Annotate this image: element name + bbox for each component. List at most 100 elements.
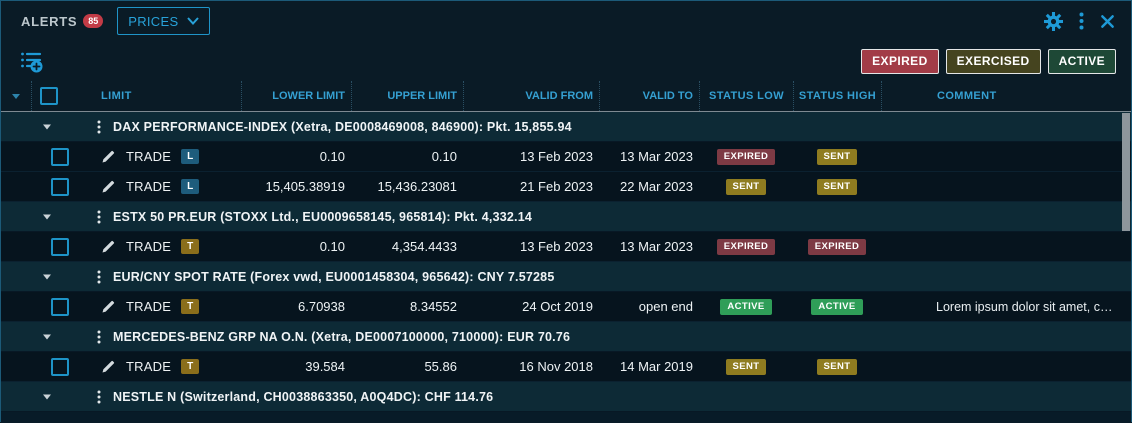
edit-pencil-icon[interactable] <box>101 149 116 164</box>
kebab-menu-icon[interactable] <box>97 210 101 224</box>
kebab-menu-icon[interactable] <box>97 120 101 134</box>
filter-expired-button[interactable]: EXPIRED <box>861 49 938 74</box>
status-high-badge: SENT <box>817 359 858 375</box>
chevron-down-icon[interactable] <box>43 124 51 129</box>
status-high-badge: SENT <box>817 179 858 195</box>
filter-active-button[interactable]: ACTIVE <box>1048 49 1116 74</box>
valid-from-value: 13 Feb 2023 <box>463 232 599 261</box>
alerts-window: ALERTS 85 PRICES <box>0 0 1132 422</box>
table-row: TRADE T 0.10 4,354.4433 13 Feb 2023 13 M… <box>1 232 1131 262</box>
upper-limit-value: 55.86 <box>351 352 463 381</box>
edit-pencil-icon[interactable] <box>101 299 116 314</box>
caret-cell <box>1 292 31 321</box>
group-title: DAX PERFORMANCE-INDEX (Xetra, DE00084690… <box>113 120 572 134</box>
limit-cell: TRADE T <box>101 292 241 321</box>
status-high-badge: ACTIVE <box>811 299 862 315</box>
status-low-badge: SENT <box>726 359 767 375</box>
group-row[interactable]: NESTLE N (Switzerland, CH0038863350, A0Q… <box>1 382 1131 412</box>
column-header-upper-limit[interactable]: UPPER LIMIT <box>351 81 463 111</box>
close-icon[interactable] <box>1100 14 1115 29</box>
edit-pencil-icon[interactable] <box>101 179 116 194</box>
comment-cell: Lorem ipsum dolor sit amet, c… <box>881 292 1131 321</box>
alert-type-label: TRADE <box>126 179 171 194</box>
alert-type-label: TRADE <box>126 239 171 254</box>
row-checkbox[interactable] <box>51 358 69 376</box>
alert-type-badge: T <box>181 359 199 374</box>
table-row: TRADE T 6.70938 8.34552 24 Oct 2019 open… <box>1 292 1131 322</box>
lower-limit-value: 15,405.38919 <box>241 172 351 201</box>
check-cell <box>31 172 101 201</box>
chevron-down-icon[interactable] <box>43 274 51 279</box>
status-high-badge: EXPIRED <box>808 239 867 255</box>
scrollbar-thumb[interactable] <box>1122 113 1130 231</box>
caret-cell <box>1 352 31 381</box>
row-checkbox[interactable] <box>51 298 69 316</box>
group-row[interactable]: MERCEDES-BENZ GRP NA O.N. (Xetra, DE0007… <box>1 322 1131 352</box>
kebab-menu-icon[interactable] <box>97 330 101 344</box>
column-header-comment[interactable]: COMMENT <box>881 81 1131 111</box>
table-header-row: LIMIT LOWER LIMIT UPPER LIMIT VALID FROM… <box>1 81 1131 112</box>
alert-type-badge: L <box>181 179 199 194</box>
caret-cell <box>1 142 31 171</box>
vertical-scrollbar[interactable] <box>1122 113 1130 421</box>
row-checkbox[interactable] <box>51 238 69 256</box>
edit-pencil-icon[interactable] <box>101 239 116 254</box>
status-filter-buttons: EXPIRED EXERCISED ACTIVE <box>861 49 1116 74</box>
kebab-menu-icon[interactable] <box>97 270 101 284</box>
column-header-lower-limit[interactable]: LOWER LIMIT <box>241 81 351 111</box>
column-header-valid-from[interactable]: VALID FROM <box>463 81 599 111</box>
caret-cell <box>1 232 31 261</box>
valid-from-value: 24 Oct 2019 <box>463 292 599 321</box>
alert-type-label: TRADE <box>126 359 171 374</box>
title-bar: ALERTS 85 PRICES <box>1 1 1131 41</box>
chevron-down-icon[interactable] <box>43 394 51 399</box>
upper-limit-value: 8.34552 <box>351 292 463 321</box>
group-title: ESTX 50 PR.EUR (STOXX Ltd., EU0009658145… <box>113 210 532 224</box>
group-title: MERCEDES-BENZ GRP NA O.N. (Xetra, DE0007… <box>113 330 570 344</box>
valid-from-value: 13 Feb 2023 <box>463 142 599 171</box>
row-checkbox[interactable] <box>51 178 69 196</box>
group-row[interactable]: EUR/CNY SPOT RATE (Forex vwd, EU00014583… <box>1 262 1131 292</box>
valid-from-value: 16 Nov 2018 <box>463 352 599 381</box>
collapse-all-cell <box>1 81 31 111</box>
alert-type-badge: T <box>181 299 199 314</box>
group-row[interactable]: ESTX 50 PR.EUR (STOXX Ltd., EU0009658145… <box>1 202 1131 232</box>
status-low-badge: ACTIVE <box>720 299 771 315</box>
titlebar-icons <box>1044 12 1115 31</box>
row-checkbox[interactable] <box>51 148 69 166</box>
status-high-cell: EXPIRED <box>793 232 881 261</box>
check-cell <box>31 292 101 321</box>
table-row: TRADE L 0.10 0.10 13 Feb 2023 13 Mar 202… <box>1 142 1131 172</box>
lower-limit-value: 0.10 <box>241 232 351 261</box>
edit-pencil-icon[interactable] <box>101 359 116 374</box>
chevron-down-icon <box>187 17 199 25</box>
alert-type-label: TRADE <box>126 149 171 164</box>
add-alert-list-icon[interactable] <box>19 49 44 74</box>
caret-cell <box>1 172 31 201</box>
chevron-down-icon[interactable] <box>43 214 51 219</box>
check-cell <box>31 142 101 171</box>
column-header-valid-to[interactable]: VALID TO <box>599 81 699 111</box>
sort-chevron-icon[interactable] <box>12 94 20 99</box>
status-low-badge: EXPIRED <box>717 239 776 255</box>
group-row[interactable]: DAX PERFORMANCE-INDEX (Xetra, DE00084690… <box>1 112 1131 142</box>
kebab-menu-icon[interactable] <box>1079 12 1084 30</box>
filter-exercised-button[interactable]: EXERCISED <box>946 49 1041 74</box>
check-cell <box>31 352 101 381</box>
column-header-status-high[interactable]: STATUS HIGH <box>793 81 881 111</box>
status-high-cell: SENT <box>793 172 881 201</box>
chevron-down-icon[interactable] <box>43 334 51 339</box>
select-all-checkbox[interactable] <box>40 87 58 105</box>
check-cell <box>31 232 101 261</box>
kebab-menu-icon[interactable] <box>97 390 101 404</box>
lower-limit-value: 6.70938 <box>241 292 351 321</box>
gear-icon[interactable] <box>1044 12 1063 31</box>
view-selector-dropdown[interactable]: PRICES <box>117 7 210 35</box>
comment-cell <box>881 352 1131 381</box>
column-header-status-low[interactable]: STATUS LOW <box>699 81 793 111</box>
alert-count-badge: 85 <box>83 14 103 28</box>
alert-type-badge: L <box>181 149 199 164</box>
limit-cell: TRADE T <box>101 232 241 261</box>
status-high-cell: ACTIVE <box>793 292 881 321</box>
column-header-limit[interactable]: LIMIT <box>101 81 241 111</box>
